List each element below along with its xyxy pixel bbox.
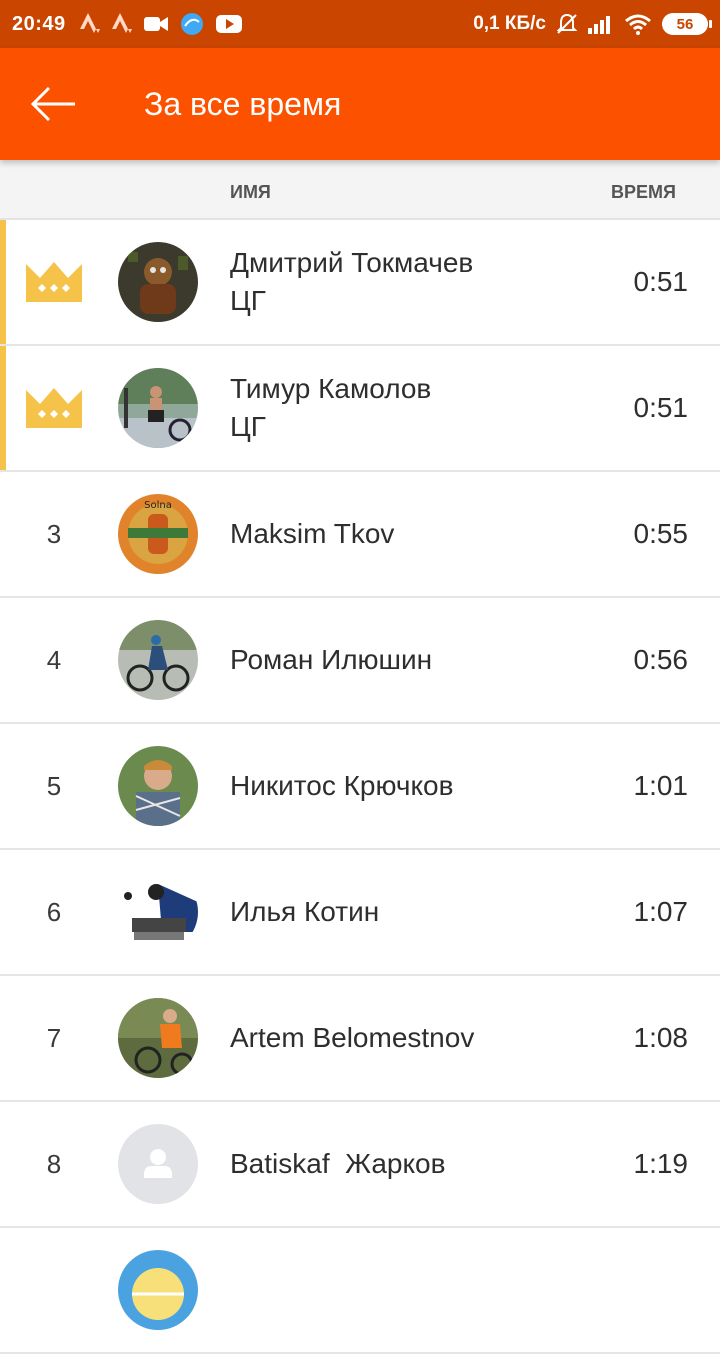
- athlete-name[interactable]: Artem Belomestnov: [230, 1019, 474, 1057]
- avatar[interactable]: [118, 368, 198, 448]
- athlete-info: Никитос Крючков: [230, 724, 453, 848]
- athlete-info: Тимур Камолов ЦГ: [230, 346, 431, 470]
- leaderboard-row[interactable]: 5 Никитос Крючков 1:01: [0, 724, 720, 850]
- leaderboard-row[interactable]: Дмитрий Токмачев ЦГ 0:51: [0, 220, 720, 346]
- rank-number: 4: [46, 644, 62, 675]
- leaderboard-row[interactable]: 8 Batiskaf Жарков 1:19: [0, 1102, 720, 1228]
- athlete-name[interactable]: Илья Котин: [230, 893, 379, 931]
- athlete-info: Илья Котин: [230, 850, 379, 974]
- avatar[interactable]: [118, 998, 198, 1078]
- avatar[interactable]: [118, 1124, 198, 1204]
- app-circle-icon: [180, 11, 204, 37]
- wifi-icon: [624, 11, 652, 37]
- athlete-club: ЦГ: [230, 285, 266, 316]
- avatar[interactable]: [118, 242, 198, 322]
- athlete-name[interactable]: Никитос Крючков: [230, 767, 453, 805]
- athlete-info: Maksim Tkov: [230, 472, 394, 596]
- rank-number: 7: [46, 1022, 62, 1053]
- athlete-info: Artem Belomestnov: [230, 976, 474, 1100]
- signal-icon: [588, 11, 614, 37]
- avatar[interactable]: [118, 1250, 198, 1330]
- effort-time: 1:01: [633, 770, 689, 801]
- video-camera-icon: [143, 11, 168, 37]
- back-button[interactable]: [22, 78, 86, 130]
- notification-icons: [79, 11, 242, 37]
- athlete-name[interactable]: Дмитрий Токмачев: [230, 244, 473, 282]
- effort-time: 1:07: [633, 896, 689, 927]
- leaderboard-row[interactable]: 7 Artem Belomestnov 1:08: [0, 976, 720, 1102]
- avatar[interactable]: [118, 620, 198, 700]
- status-bar: 20:49 0,1 КБ/с 56: [0, 0, 720, 48]
- silent-bell-icon: [556, 11, 578, 37]
- column-name-label: ИМЯ: [230, 182, 271, 202]
- athlete-name[interactable]: Тимур Камолов: [230, 370, 431, 408]
- athlete-club: ЦГ: [230, 411, 266, 442]
- athlete-info: Дмитрий Токмачев ЦГ: [230, 220, 473, 344]
- athlete-name[interactable]: Maksim Tkov: [230, 515, 394, 553]
- effort-time: 1:08: [633, 1022, 689, 1053]
- leaderboard-row[interactable]: 3 Solna Maksim Tkov 0:55: [0, 472, 720, 598]
- status-right: 0,1 КБ/с 56: [473, 11, 712, 37]
- leaderboard-row[interactable]: 6 Илья Котин 1:07: [0, 850, 720, 976]
- crown-icon: [26, 262, 82, 302]
- effort-time: 0:56: [633, 644, 689, 675]
- effort-time: 0:51: [633, 392, 689, 423]
- rank-number: 5: [46, 770, 62, 801]
- rank-number: 3: [46, 518, 62, 549]
- leaderboard-row[interactable]: Тимур Камолов ЦГ 0:51: [0, 346, 720, 472]
- default-user-icon: [118, 1124, 198, 1204]
- rank-crown: [20, 346, 88, 470]
- app-bar: За все время: [0, 48, 720, 160]
- crown-icon: [26, 388, 82, 428]
- rank-number: 8: [46, 1148, 62, 1179]
- arrow-left-icon: [31, 86, 75, 122]
- column-header: ИМЯ ВРЕМЯ: [0, 160, 720, 220]
- effort-time: 1:19: [633, 1148, 689, 1179]
- strava-icon: [111, 11, 132, 37]
- strava-icon: [79, 11, 100, 37]
- athlete-name[interactable]: Batiskaf Жарков: [230, 1145, 445, 1183]
- avatar[interactable]: [118, 746, 198, 826]
- avatar[interactable]: Solna: [118, 494, 198, 574]
- svg-text:Solna: Solna: [144, 500, 172, 511]
- battery-icon: 56: [662, 13, 712, 35]
- effort-time: 0:51: [633, 266, 689, 297]
- youtube-icon: [215, 11, 242, 37]
- status-time: 20:49: [12, 12, 66, 35]
- leaderboard-row[interactable]: 4 Роман Илюшин 0:56: [0, 598, 720, 724]
- rank-number: 6: [46, 896, 62, 927]
- column-time-label: ВРЕМЯ: [611, 182, 676, 202]
- effort-time: 0:55: [633, 518, 689, 549]
- rank-crown: [20, 220, 88, 344]
- avatar[interactable]: [118, 872, 198, 952]
- leaderboard-row-partial[interactable]: [0, 1228, 720, 1354]
- leaderboard-list: Дмитрий Токмачев ЦГ 0:51 Тимур Камолов Ц…: [0, 220, 720, 1354]
- athlete-name[interactable]: Роман Илюшин: [230, 641, 432, 679]
- page-title: За все время: [144, 86, 342, 122]
- network-speed: 0,1 КБ/с: [473, 13, 546, 34]
- athlete-info: Роман Илюшин: [230, 598, 432, 722]
- athlete-info: Batiskaf Жарков: [230, 1102, 445, 1226]
